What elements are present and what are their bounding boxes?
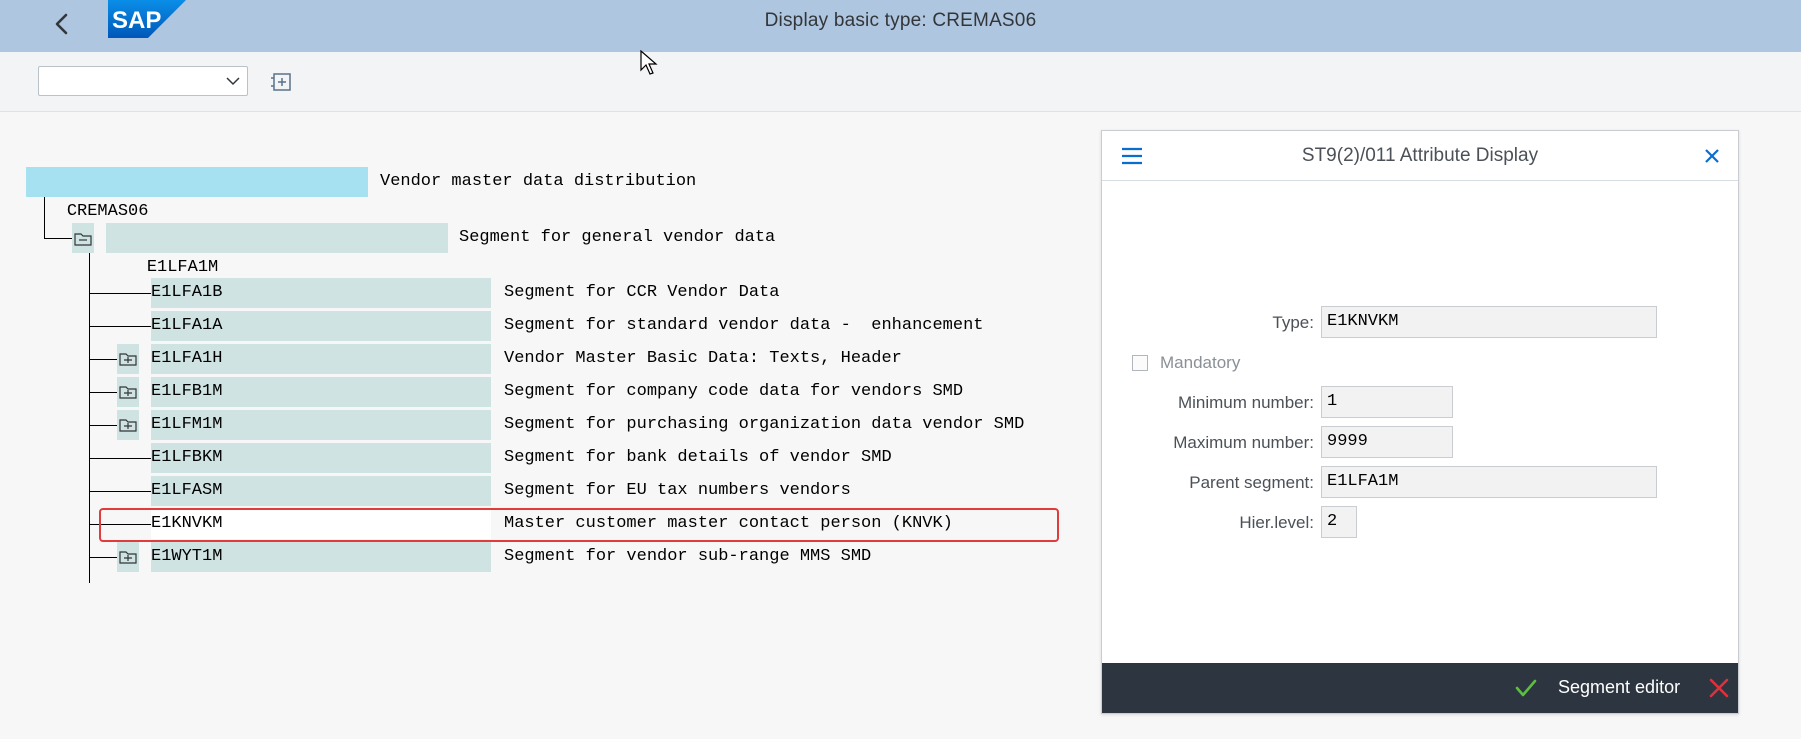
folder-closed-icon[interactable] xyxy=(117,546,139,568)
mouse-pointer-icon xyxy=(640,50,658,75)
tree-node-description: Segment for standard vendor data - enhan… xyxy=(504,316,984,335)
page-title: Display basic type: CREMAS06 xyxy=(764,10,1037,31)
toolbar xyxy=(0,52,1801,112)
max-number-field[interactable]: 9999 xyxy=(1321,426,1453,458)
tree-connector xyxy=(44,238,72,239)
shell-header: SAP Display basic type: CREMAS06 xyxy=(0,0,1801,52)
tree-node-e1lfa1h[interactable]: E1LFA1H xyxy=(151,344,491,374)
parent-segment-field[interactable]: E1LFA1M xyxy=(1321,466,1657,498)
tree-node-e1lfbkm[interactable]: E1LFBKM xyxy=(151,443,491,473)
mandatory-checkbox[interactable] xyxy=(1132,355,1148,371)
tree-node-e1lfm1m[interactable]: E1LFM1M xyxy=(151,410,491,440)
tree-node-name: E1LFB1M xyxy=(151,382,223,401)
tree-connector xyxy=(89,359,117,360)
folder-closed-icon[interactable] xyxy=(117,414,139,436)
tree-connector xyxy=(89,392,117,393)
chevron-down-icon xyxy=(226,77,240,86)
tree-connector xyxy=(89,253,90,583)
folder-closed-icon[interactable] xyxy=(117,381,139,403)
tree-node-name: E1LFA1B xyxy=(151,283,223,302)
tree-connector xyxy=(89,557,117,558)
tree-node-description: Segment for bank details of vendor SMD xyxy=(504,448,892,467)
tree-connector xyxy=(44,197,45,238)
max-number-label: Maximum number: xyxy=(1173,433,1314,452)
segment-tree: CREMAS06 Vendor master data distribution… xyxy=(0,112,1100,739)
tree-node-description: Segment for EU tax numbers vendors xyxy=(504,481,851,500)
folder-open-icon[interactable] xyxy=(72,228,94,250)
type-label: Type: xyxy=(1272,313,1314,332)
tree-node-e1lfa1a[interactable]: E1LFA1A xyxy=(151,311,491,341)
tree-node-description: Segment for purchasing organization data… xyxy=(504,415,1025,434)
tree-node-e1lfa1m[interactable]: E1LFA1M xyxy=(106,223,448,277)
tree-node-name: CREMAS06 xyxy=(66,202,149,221)
type-field[interactable]: E1KNVKM xyxy=(1321,306,1657,338)
tree-node-name: E1LFASM xyxy=(151,481,223,500)
tree-node-name: E1LFA1H xyxy=(151,349,223,368)
tree-node-description: Segment for vendor sub-range MMS SMD xyxy=(504,547,872,566)
segment-editor-button[interactable]: Segment editor xyxy=(1558,677,1680,698)
dialog-title: ST9(2)/011 Attribute Display xyxy=(1301,145,1539,166)
dialog-footer: Segment editor xyxy=(1102,663,1738,713)
dialog-header: ST9(2)/011 Attribute Display xyxy=(1102,131,1738,181)
tree-node-name: E1LFBKM xyxy=(151,448,223,467)
expand-subtree-icon[interactable] xyxy=(270,70,294,94)
tree-node-name: E1LFA1A xyxy=(151,316,223,335)
tree-node-name: E1LFM1M xyxy=(151,415,223,434)
mandatory-label: Mandatory xyxy=(1160,353,1241,372)
tree-connector xyxy=(89,458,151,459)
command-dropdown[interactable] xyxy=(38,66,248,96)
tree-node-description: Segment for CCR Vendor Data xyxy=(504,283,780,302)
hier-level-label: Hier.level: xyxy=(1239,513,1314,532)
close-icon[interactable] xyxy=(1702,146,1722,166)
tree-connector xyxy=(89,326,151,327)
selection-highlight xyxy=(99,508,1059,542)
tree-node-description: Vendor Master Basic Data: Texts, Header xyxy=(504,349,902,368)
tree-node-e1lfb1m[interactable]: E1LFB1M xyxy=(151,377,491,407)
cancel-icon[interactable] xyxy=(1708,677,1730,699)
hier-level-field[interactable]: 2 xyxy=(1321,506,1357,538)
tree-node-description: Segment for company code data for vendor… xyxy=(504,382,964,401)
checkmark-icon[interactable] xyxy=(1514,676,1538,700)
tree-node-e1lfasm[interactable]: E1LFASM xyxy=(151,476,491,506)
tree-node-e1lfa1b[interactable]: E1LFA1B xyxy=(151,278,491,308)
tree-node-name: E1WYT1M xyxy=(151,547,223,566)
tree-connector xyxy=(89,425,117,426)
tree-root-description: Vendor master data distribution xyxy=(380,172,697,191)
min-number-field[interactable]: 1 xyxy=(1321,386,1453,418)
tree-node-description: Segment for general vendor data xyxy=(459,228,776,247)
min-number-label: Minimum number: xyxy=(1177,393,1314,412)
tree-connector xyxy=(89,491,151,492)
tree-connector xyxy=(89,293,151,294)
tree-node-name: E1LFA1M xyxy=(146,258,219,277)
parent-segment-label: Parent segment: xyxy=(1189,473,1314,492)
tree-node-e1wyt1m[interactable]: E1WYT1M xyxy=(151,542,491,572)
tree-root-node[interactable]: CREMAS06 xyxy=(26,167,368,221)
attribute-dialog: ST9(2)/011 Attribute Display Type: E1KNV… xyxy=(1101,130,1739,714)
folder-closed-icon[interactable] xyxy=(117,348,139,370)
